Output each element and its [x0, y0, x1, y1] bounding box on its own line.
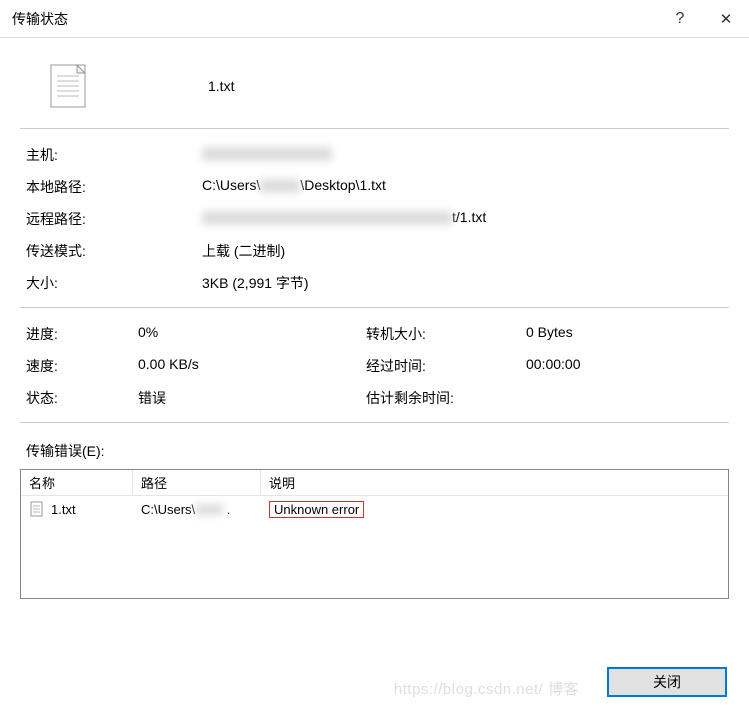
- local-path-label: 本地路径:: [26, 177, 202, 197]
- transfer-size-value: 0 Bytes: [526, 324, 729, 344]
- titlebar: 传输状态 ? ✕: [0, 0, 749, 38]
- host-value: [202, 145, 729, 165]
- watermark: https://blog.csdn.net/ 博客: [394, 678, 579, 699]
- file-name: 1.txt: [208, 78, 234, 94]
- mode-label: 传送模式:: [26, 241, 202, 261]
- local-path-value: C:\Users\ \Desktop\1.txt: [202, 177, 729, 197]
- local-path-suffix: \Desktop\1.txt: [300, 177, 386, 193]
- eta-value: [526, 388, 729, 408]
- errors-section-label: 传输错误(E):: [20, 437, 729, 469]
- file-header: 1.txt: [20, 56, 729, 128]
- divider: [20, 422, 729, 423]
- progress-section: 进度: 0% 转机大小: 0 Bytes 速度: 0.00 KB/s 经过时间:…: [20, 322, 729, 422]
- window-title: 传输状态: [12, 9, 657, 29]
- progress-label: 进度:: [26, 324, 138, 344]
- status-label: 状态:: [26, 388, 138, 408]
- errors-list[interactable]: 名称 路径 说明 1.txt C:\Users\ .: [20, 469, 729, 599]
- col-name-header[interactable]: 名称: [21, 470, 133, 495]
- file-icon: [48, 62, 88, 110]
- dialog-footer: 关闭: [607, 667, 727, 697]
- error-description: Unknown error: [269, 501, 364, 518]
- error-path-suffix: .: [227, 502, 231, 517]
- errors-header: 名称 路径 说明: [21, 470, 728, 496]
- transfer-size-label: 转机大小:: [366, 324, 526, 344]
- error-name: 1.txt: [51, 502, 76, 517]
- mode-value: 上载 (二进制): [202, 241, 729, 261]
- error-path-cell: C:\Users\ .: [133, 502, 261, 517]
- divider: [20, 128, 729, 129]
- help-button[interactable]: ?: [657, 0, 703, 38]
- col-path-header[interactable]: 路径: [133, 470, 261, 495]
- speed-label: 速度:: [26, 356, 138, 376]
- file-icon: [29, 501, 45, 517]
- host-label: 主机:: [26, 145, 202, 165]
- status-value: 错误: [138, 388, 366, 408]
- elapsed-label: 经过时间:: [366, 356, 526, 376]
- remote-path-value: t/1.txt: [202, 209, 729, 229]
- elapsed-value: 00:00:00: [526, 356, 729, 376]
- error-desc-cell: Unknown error: [261, 501, 728, 518]
- close-window-button[interactable]: ✕: [703, 0, 749, 38]
- divider: [20, 307, 729, 308]
- error-name-cell: 1.txt: [21, 501, 133, 517]
- speed-value: 0.00 KB/s: [138, 356, 366, 376]
- progress-value: 0%: [138, 324, 366, 344]
- local-path-prefix: C:\Users\: [202, 177, 260, 193]
- eta-label: 估计剩余时间:: [366, 388, 526, 408]
- close-button[interactable]: 关闭: [607, 667, 727, 697]
- size-label: 大小:: [26, 273, 202, 293]
- error-row[interactable]: 1.txt C:\Users\ . Unknown error: [21, 496, 728, 520]
- size-value: 3KB (2,991 字节): [202, 273, 729, 293]
- error-path-prefix: C:\Users\: [141, 502, 195, 517]
- dialog-content: 1.txt 主机: 本地路径: C:\Users\\Desktop\1.txt …: [0, 38, 749, 599]
- remote-path-label: 远程路径:: [26, 209, 202, 229]
- col-desc-header[interactable]: 说明: [261, 470, 728, 495]
- remote-path-suffix: t/1.txt: [452, 209, 486, 225]
- info-section: 主机: 本地路径: C:\Users\\Desktop\1.txt 远程路径: …: [20, 143, 729, 307]
